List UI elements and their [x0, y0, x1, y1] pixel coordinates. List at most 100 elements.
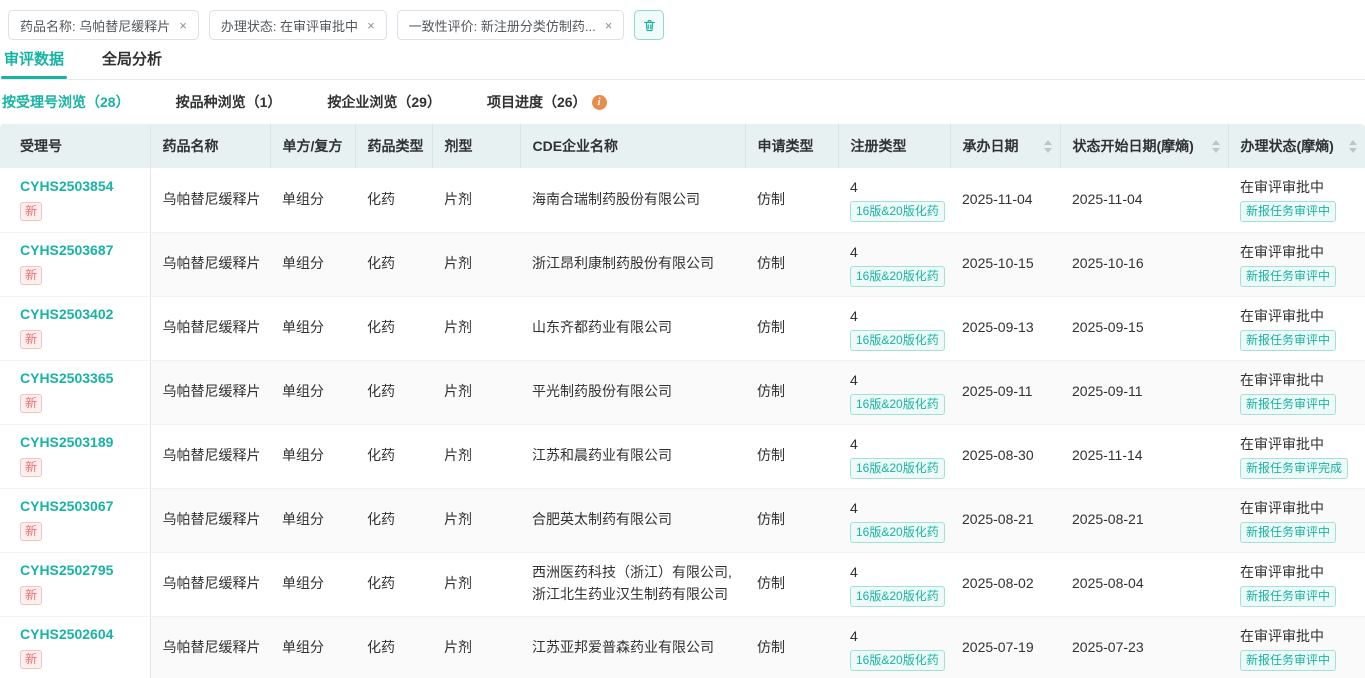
- drug-name-cell: 乌帕替尼缓释片: [150, 296, 270, 360]
- registration-type-value: 4: [850, 242, 942, 262]
- table-row: CYHS2502795 新 乌帕替尼缓释片 单组分 化药 片剂 西洲医药科技（浙…: [0, 552, 1365, 616]
- drug-name-cell: 乌帕替尼缓释片: [150, 232, 270, 296]
- status-text: 在审评审批中: [1240, 306, 1357, 326]
- processing-status-cell: 在审评审批中 新报任务审评中: [1228, 360, 1365, 424]
- col-header-status-start-date: 状态开始日期(摩熵): [1060, 124, 1228, 168]
- table-row: CYHS2502604 新 乌帕替尼缓释片 单组分 化药 片剂 江苏亚邦爱普森药…: [0, 616, 1365, 678]
- col-header-drug-type: 药品类型: [355, 124, 432, 168]
- processing-status-cell: 在审评审批中 新报任务审评中: [1228, 552, 1365, 616]
- company-cell: 西洲医药科技（浙江）有限公司,浙江北生药业汉生制药有限公司: [520, 552, 745, 616]
- accept-date-cell: 2025-08-02: [950, 552, 1060, 616]
- company-cell: 江苏亚邦爱普森药业有限公司: [520, 616, 745, 678]
- col-header-registration-type: 注册类型: [838, 124, 950, 168]
- subtab-by-company[interactable]: 按企业浏览（29）: [327, 92, 441, 112]
- registration-tag: 16版&20版化药: [850, 522, 945, 543]
- col-header-acceptance-no: 受理号: [0, 124, 150, 168]
- close-icon[interactable]: ×: [367, 19, 375, 32]
- filter-tag-label: 办理状态: 在审评审批中: [221, 16, 358, 35]
- sort-icon[interactable]: [1038, 140, 1052, 153]
- application-type-cell: 仿制: [745, 616, 838, 678]
- new-badge: 新: [20, 458, 42, 477]
- acceptance-cell: CYHS2503687 新: [0, 232, 150, 296]
- filter-tag-status[interactable]: 办理状态: 在审评审批中 ×: [209, 10, 387, 40]
- status-start-date-cell: 2025-08-21: [1060, 488, 1228, 552]
- accept-date-cell: 2025-09-11: [950, 360, 1060, 424]
- registration-type-cell: 4 16版&20版化药: [838, 296, 950, 360]
- registration-tag: 16版&20版化药: [850, 266, 945, 287]
- tab-review-data[interactable]: 审评数据: [4, 44, 64, 79]
- filter-tag-label: 药品名称: 乌帕替尼缓释片: [20, 16, 170, 35]
- new-badge: 新: [20, 394, 42, 413]
- composition-cell: 单组分: [270, 296, 355, 360]
- status-tag: 新报任务审评中: [1240, 330, 1336, 351]
- acceptance-cell: CYHS2503854 新: [0, 168, 150, 232]
- dosage-form-cell: 片剂: [432, 360, 520, 424]
- status-text: 在审评审批中: [1240, 177, 1357, 197]
- composition-cell: 单组分: [270, 168, 355, 232]
- tab-global-analysis[interactable]: 全局分析: [102, 44, 162, 79]
- table-row: CYHS2503687 新 乌帕替尼缓释片 单组分 化药 片剂 浙江昂利康制药股…: [0, 232, 1365, 296]
- dosage-form-cell: 片剂: [432, 488, 520, 552]
- drug-name-cell: 乌帕替尼缓释片: [150, 360, 270, 424]
- table-row: CYHS2503189 新 乌帕替尼缓释片 单组分 化药 片剂 江苏和晨药业有限…: [0, 424, 1365, 488]
- table-row: CYHS2503365 新 乌帕替尼缓释片 单组分 化药 片剂 平光制药股份有限…: [0, 360, 1365, 424]
- drug-type-cell: 化药: [355, 488, 432, 552]
- registration-tag: 16版&20版化药: [850, 458, 945, 479]
- sort-icon[interactable]: [1343, 140, 1357, 153]
- close-icon[interactable]: ×: [605, 19, 613, 32]
- accept-date-cell: 2025-11-04: [950, 168, 1060, 232]
- registration-type-value: 4: [850, 434, 942, 454]
- subtab-label: 项目进度（26）: [487, 92, 587, 112]
- processing-status-cell: 在审评审批中 新报任务审评中: [1228, 168, 1365, 232]
- table-row: CYHS2503854 新 乌帕替尼缓释片 单组分 化药 片剂 海南合瑞制药股份…: [0, 168, 1365, 232]
- status-text: 在审评审批中: [1240, 242, 1357, 262]
- main-tabs: 审评数据 全局分析: [0, 44, 1365, 80]
- composition-cell: 单组分: [270, 488, 355, 552]
- new-badge: 新: [20, 266, 42, 285]
- composition-cell: 单组分: [270, 552, 355, 616]
- acceptance-number-link[interactable]: CYHS2502795: [20, 562, 142, 579]
- registration-type-value: 4: [850, 306, 942, 326]
- status-start-date-cell: 2025-10-16: [1060, 232, 1228, 296]
- status-text: 在审评审批中: [1240, 370, 1357, 390]
- application-type-cell: 仿制: [745, 232, 838, 296]
- status-tag: 新报任务审评中: [1240, 522, 1336, 543]
- registration-type-value: 4: [850, 370, 942, 390]
- company-cell: 浙江昂利康制药股份有限公司: [520, 232, 745, 296]
- subtab-by-acceptance-no[interactable]: 按受理号浏览（28）: [2, 92, 130, 112]
- info-icon[interactable]: i: [592, 95, 607, 110]
- col-header-dosage-form: 剂型: [432, 124, 520, 168]
- application-type-cell: 仿制: [745, 552, 838, 616]
- dosage-form-cell: 片剂: [432, 616, 520, 678]
- composition-cell: 单组分: [270, 616, 355, 678]
- clear-filters-button[interactable]: [634, 10, 664, 40]
- registration-type-value: 4: [850, 177, 942, 197]
- acceptance-number-link[interactable]: CYHS2503067: [20, 498, 142, 515]
- col-header-drug-name: 药品名称: [150, 124, 270, 168]
- acceptance-number-link[interactable]: CYHS2503365: [20, 370, 142, 387]
- acceptance-cell: CYHS2503067 新: [0, 488, 150, 552]
- drug-type-cell: 化药: [355, 616, 432, 678]
- composition-cell: 单组分: [270, 232, 355, 296]
- filter-tag-drug-name[interactable]: 药品名称: 乌帕替尼缓释片 ×: [8, 10, 199, 40]
- application-type-cell: 仿制: [745, 296, 838, 360]
- drug-name-cell: 乌帕替尼缓释片: [150, 616, 270, 678]
- table-header: 受理号 药品名称 单方/复方 药品类型 剂型 CDE企业名称 申请类型 注册类型…: [0, 124, 1365, 168]
- acceptance-number-link[interactable]: CYHS2503854: [20, 178, 142, 195]
- close-icon[interactable]: ×: [179, 19, 187, 32]
- drug-type-cell: 化药: [355, 168, 432, 232]
- subtab-by-variety[interactable]: 按品种浏览（1）: [176, 92, 282, 112]
- drug-type-cell: 化药: [355, 232, 432, 296]
- acceptance-number-link[interactable]: CYHS2502604: [20, 626, 142, 643]
- acceptance-number-link[interactable]: CYHS2503402: [20, 306, 142, 323]
- new-badge: 新: [20, 522, 42, 541]
- composition-cell: 单组分: [270, 424, 355, 488]
- drug-type-cell: 化药: [355, 424, 432, 488]
- registration-tag: 16版&20版化药: [850, 330, 945, 351]
- acceptance-number-link[interactable]: CYHS2503687: [20, 242, 142, 259]
- sort-icon[interactable]: [1206, 140, 1220, 153]
- company-cell: 合肥英太制药有限公司: [520, 488, 745, 552]
- filter-tag-consistency[interactable]: 一致性评价: 新注册分类仿制药... ×: [397, 10, 625, 40]
- subtab-project-progress[interactable]: 项目进度（26） i: [487, 92, 607, 112]
- acceptance-number-link[interactable]: CYHS2503189: [20, 434, 142, 451]
